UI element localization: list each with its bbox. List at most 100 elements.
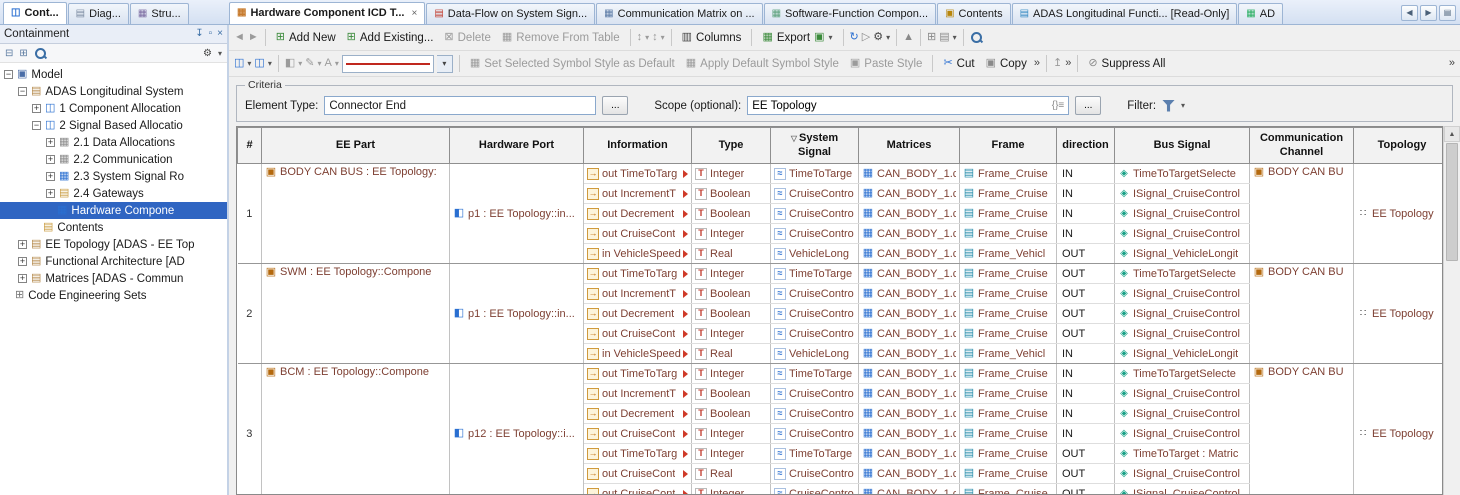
expand-node-icon[interactable]: + bbox=[46, 172, 55, 181]
cell-direction[interactable]: IN bbox=[1057, 184, 1115, 204]
cell-matrices[interactable]: CAN_BODY_1.c bbox=[859, 184, 960, 204]
vertical-scrollbar[interactable]: ▲ bbox=[1443, 126, 1460, 495]
cell-topology[interactable]: EE Topology bbox=[1354, 264, 1444, 364]
cell-type[interactable]: Integer bbox=[692, 444, 771, 464]
set-default-style-button[interactable]: ▦ Set Selected Symbol Style as Default bbox=[466, 56, 679, 72]
cell-information[interactable]: out TimeToTarg bbox=[584, 364, 692, 384]
cell-matrices[interactable]: CAN_BODY_1.c bbox=[859, 384, 960, 404]
layout-grid-caret-icon[interactable]: ▾ bbox=[247, 59, 251, 68]
cell-type[interactable]: Integer bbox=[692, 324, 771, 344]
cell-system-signal[interactable]: CruiseContro bbox=[771, 424, 859, 444]
cell-frame[interactable]: Frame_Cruise bbox=[960, 444, 1057, 464]
move-up-down-icon[interactable]: ↕ bbox=[637, 32, 643, 43]
tree-item[interactable]: +▤2.4 Gateways bbox=[0, 185, 227, 202]
cell-system-signal[interactable]: TimeToTarge bbox=[771, 444, 859, 464]
tree-item[interactable]: ▤Contents bbox=[0, 219, 227, 236]
cell-matrices[interactable]: CAN_BODY_1.c bbox=[859, 324, 960, 344]
delete-button[interactable]: ⊠ Delete bbox=[440, 30, 494, 46]
paste-style-button[interactable]: ▣ Paste Style bbox=[846, 56, 927, 72]
filter-funnel-icon[interactable] bbox=[1162, 100, 1175, 112]
cell-system-signal[interactable]: CruiseContro bbox=[771, 304, 859, 324]
list-view-icon[interactable]: ▤ bbox=[939, 32, 949, 43]
cell-matrices[interactable]: CAN_BODY_1.c bbox=[859, 444, 960, 464]
cell-matrices[interactable]: CAN_BODY_1.c bbox=[859, 284, 960, 304]
cell-bus-signal[interactable]: ISignal_VehicleLongit bbox=[1115, 344, 1250, 364]
tree-item[interactable]: −▣Model bbox=[0, 66, 227, 83]
cut-button[interactable]: ✂ Cut bbox=[939, 56, 978, 72]
panel-tab-cont[interactable]: ◫Cont... bbox=[3, 2, 67, 24]
move-up-down-caret-icon[interactable]: ▾ bbox=[645, 33, 649, 42]
cell-type[interactable]: Integer bbox=[692, 424, 771, 444]
back-icon[interactable]: ◄ bbox=[234, 32, 245, 43]
add-existing-button[interactable]: ⊞ Add Existing... bbox=[343, 30, 438, 46]
col-header-frame[interactable]: Frame bbox=[960, 128, 1057, 164]
search-icon[interactable] bbox=[34, 47, 47, 60]
find-in-table-icon[interactable] bbox=[970, 31, 983, 44]
tree-item[interactable]: +▦2.3 System Signal Ro bbox=[0, 168, 227, 185]
cell-hardware-port[interactable]: p1 : EE Topology::in... bbox=[450, 264, 584, 364]
cell-system-signal[interactable]: CruiseContro bbox=[771, 404, 859, 424]
cell-bus-signal[interactable]: ISignal_CruiseControl bbox=[1115, 324, 1250, 344]
cell-type[interactable]: Real bbox=[692, 344, 771, 364]
cell-direction[interactable]: OUT bbox=[1057, 444, 1115, 464]
table-options-caret-icon[interactable]: ▾ bbox=[886, 33, 890, 42]
cell-ee-part[interactable]: SWM : EE Topology::Compone bbox=[262, 264, 450, 364]
tree-item[interactable]: +▤Matrices [ADAS - Commun bbox=[0, 270, 227, 287]
cell-communication-channel[interactable]: BODY CAN BU bbox=[1250, 164, 1354, 264]
cell-bus-signal[interactable]: ISignal_CruiseControl bbox=[1115, 184, 1250, 204]
cell-bus-signal[interactable]: TimeToTarget : Matric bbox=[1115, 444, 1250, 464]
cell-information[interactable]: in VehicleSpeed bbox=[584, 244, 692, 264]
panel-tab-stru[interactable]: ▦Stru... bbox=[130, 3, 189, 24]
hierarchy-view-icon[interactable]: ⊞ bbox=[927, 32, 936, 43]
cell-direction[interactable]: OUT bbox=[1057, 464, 1115, 484]
tree-item[interactable]: +▤Functional Architecture [AD bbox=[0, 253, 227, 270]
cell-type[interactable]: Boolean bbox=[692, 184, 771, 204]
cell-information[interactable]: out IncrementT bbox=[584, 184, 692, 204]
cell-bus-signal[interactable]: ISignal_CruiseControl bbox=[1115, 284, 1250, 304]
cell-frame[interactable]: Frame_Cruise bbox=[960, 424, 1057, 444]
doc-tab-contents[interactable]: ▣Contents bbox=[937, 3, 1010, 24]
cell-matrices[interactable]: CAN_BODY_1.c bbox=[859, 364, 960, 384]
tree-item[interactable]: ⊞Code Engineering Sets bbox=[0, 287, 227, 304]
cell-information[interactable]: out IncrementT bbox=[584, 284, 692, 304]
cell-matrices[interactable]: CAN_BODY_1.c bbox=[859, 484, 960, 495]
cell-hardware-port[interactable]: p1 : EE Topology::in... bbox=[450, 164, 584, 264]
cell-bus-signal[interactable]: ISignal_CruiseControl bbox=[1115, 384, 1250, 404]
doc-tab-hardware-component-icd-t-[interactable]: ▦Hardware Component ICD T...× bbox=[229, 2, 425, 24]
tree-item[interactable]: +◫1 Component Allocation bbox=[0, 100, 227, 117]
cell-matrices[interactable]: CAN_BODY_1.c bbox=[859, 264, 960, 284]
close-panel-icon[interactable]: × bbox=[217, 29, 223, 39]
cell-direction[interactable]: OUT bbox=[1057, 484, 1115, 495]
close-tab-icon[interactable]: × bbox=[411, 8, 417, 19]
cell-row-number[interactable]: 3 bbox=[238, 364, 262, 495]
cell-system-signal[interactable]: CruiseContro bbox=[771, 284, 859, 304]
doc-tab-software-function-compon-[interactable]: ▦Software-Function Compon... bbox=[764, 3, 937, 24]
nest-rows-icon[interactable]: ↕ bbox=[652, 32, 658, 43]
cell-bus-signal[interactable]: ISignal_CruiseControl bbox=[1115, 224, 1250, 244]
cell-system-signal[interactable]: VehicleLong bbox=[771, 344, 859, 364]
element-type-browse-button[interactable]: ... bbox=[602, 96, 628, 115]
cell-bus-signal[interactable]: ISignal_VehicleLongit bbox=[1115, 244, 1250, 264]
cell-system-signal[interactable]: CruiseContro bbox=[771, 464, 859, 484]
cell-frame[interactable]: Frame_Cruise bbox=[960, 324, 1057, 344]
tree-item[interactable]: +▦2.2 Communication bbox=[0, 151, 227, 168]
cell-information[interactable]: out IncrementT bbox=[584, 384, 692, 404]
cell-frame[interactable]: Frame_Cruise bbox=[960, 224, 1057, 244]
forward-icon[interactable]: ► bbox=[248, 32, 259, 43]
col-header-hardware-port[interactable]: Hardware Port bbox=[450, 128, 584, 164]
cell-type[interactable]: Integer bbox=[692, 264, 771, 284]
cell-row-number[interactable]: 2 bbox=[238, 264, 262, 364]
font-color-caret-icon[interactable]: ▾ bbox=[335, 59, 339, 68]
cell-type[interactable]: Boolean bbox=[692, 304, 771, 324]
cell-information[interactable]: in VehicleSpeed bbox=[584, 344, 692, 364]
cell-direction[interactable]: IN bbox=[1057, 404, 1115, 424]
cell-type[interactable]: Integer bbox=[692, 364, 771, 384]
cell-frame[interactable]: Frame_Vehicl bbox=[960, 244, 1057, 264]
expand-node-icon[interactable]: + bbox=[18, 274, 27, 283]
fill-color-icon[interactable]: ◧ bbox=[285, 58, 295, 69]
scope-expression-icon[interactable]: {}≡ bbox=[1048, 100, 1069, 111]
pin-icon[interactable]: ↧ bbox=[195, 29, 203, 39]
scroll-up-icon[interactable]: ▲ bbox=[1444, 126, 1460, 142]
zoom-tool-icon[interactable]: ↥ bbox=[1053, 58, 1062, 69]
scroll-tabs-right-button[interactable]: ▶ bbox=[1420, 5, 1437, 21]
